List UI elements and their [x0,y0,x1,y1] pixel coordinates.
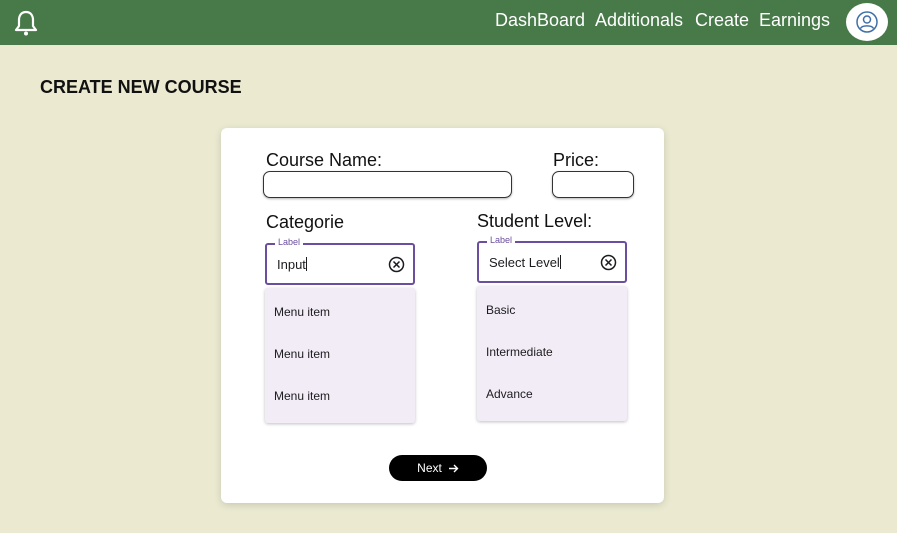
nav-create[interactable]: Create [695,10,749,31]
page-title: CREATE NEW COURSE [40,77,242,97]
nav-dashboard[interactable]: DashBoard [495,10,585,31]
clear-icon[interactable] [600,254,617,271]
nav-earnings[interactable]: Earnings [759,10,830,31]
student-level-field-label: Label [487,235,516,245]
category-input[interactable]: Label Input [265,237,415,285]
top-navigation-bar: DashBoard Additionals Create Earnings [0,0,897,45]
category-label: Categorie [266,212,345,232]
student-level-select[interactable]: Label Select Level [477,235,627,283]
create-course-form: Course Name: Price: Categorie Label Inpu… [221,128,664,503]
course-name-label: Course Name: [266,150,383,170]
category-menu-item[interactable]: Menu item [274,389,330,403]
student-level-menu: Basic Intermediate Advance [477,286,627,421]
price-input[interactable] [552,171,634,198]
clear-icon[interactable] [388,256,405,273]
student-level-value: Select Level [489,255,561,270]
next-button-label: Next [417,461,442,475]
category-menu: Menu item Menu item Menu item [265,288,415,423]
level-option-advance[interactable]: Advance [486,387,533,401]
category-value: Input [277,257,307,272]
course-name-input[interactable] [263,171,512,198]
level-option-intermediate[interactable]: Intermediate [486,345,553,359]
category-field-label: Label [275,237,304,247]
avatar[interactable] [846,3,888,41]
user-avatar-icon [856,11,878,33]
level-option-basic[interactable]: Basic [486,303,515,317]
next-button[interactable]: Next [389,455,487,481]
arrow-right-icon [448,464,459,472]
nav-additionals[interactable]: Additionals [595,10,683,31]
price-label: Price: [553,150,600,170]
student-level-label: Student Level: [477,211,593,231]
category-menu-item[interactable]: Menu item [274,305,330,319]
bell-icon[interactable] [13,9,39,37]
category-menu-item[interactable]: Menu item [274,347,330,361]
